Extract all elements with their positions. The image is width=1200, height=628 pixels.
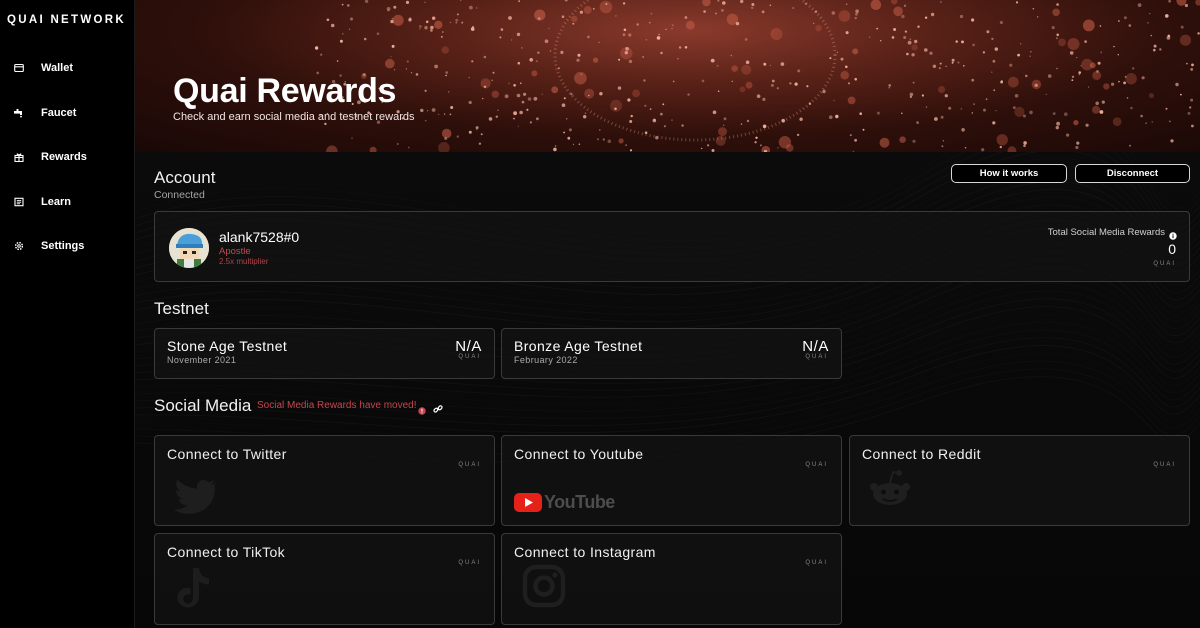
account-card: alank7528#0 Apostle 2.5x multiplier Tota… — [154, 211, 1190, 282]
sidebar-item-label: Learn — [41, 195, 71, 208]
testnet-reward-value: N/A — [802, 338, 829, 355]
quai-watermark: QUAI — [458, 354, 481, 360]
avatar — [169, 228, 209, 268]
account-role: Apostle — [219, 246, 251, 257]
testnet-reward-value: N/A — [455, 338, 482, 355]
connect-twitter-card[interactable]: Connect to Twitter QUAI — [154, 435, 495, 526]
faucet-icon — [13, 107, 24, 118]
page-title: Quai Rewards — [173, 72, 397, 110]
sidebar-item-label: Faucet — [41, 106, 77, 119]
sidebar: QUAI NETWORK Wallet Faucet Rewards Learn — [0, 0, 135, 628]
connect-twitter-label: Connect to Twitter — [167, 446, 287, 462]
gear-icon — [13, 241, 24, 252]
sidebar-item-label: Settings — [41, 240, 85, 252]
book-icon — [13, 196, 24, 207]
connect-reddit-card[interactable]: Connect to Reddit QUAI — [849, 435, 1190, 526]
gift-icon — [13, 152, 24, 163]
testnet-card-stone-age[interactable]: Stone Age Testnet November 2021 N/A QUAI — [154, 328, 495, 379]
testnet-heading: Testnet — [154, 299, 209, 318]
alert-icon — [418, 402, 426, 420]
how-it-works-button[interactable]: How it works — [951, 164, 1067, 183]
testnet-name: Stone Age Testnet — [167, 338, 288, 354]
social-media-heading: Social Media — [154, 396, 252, 415]
connect-youtube-card[interactable]: Connect to Youtube QUAI YouTube — [501, 435, 842, 526]
sidebar-item-settings[interactable]: Settings — [0, 234, 134, 258]
sidebar-item-wallet[interactable]: Wallet — [0, 56, 134, 80]
connect-instagram-label: Connect to Instagram — [514, 544, 656, 560]
quai-watermark: QUAI — [458, 462, 481, 468]
sidebar-item-faucet[interactable]: Faucet — [0, 101, 134, 125]
connect-instagram-card[interactable]: Connect to Instagram QUAI — [501, 533, 842, 625]
account-multiplier: 2.5x multiplier — [219, 257, 269, 266]
youtube-wordmark: YouTube — [544, 492, 615, 512]
tiktok-icon — [175, 566, 211, 615]
reddit-icon — [868, 469, 912, 514]
page-subtitle: Check and earn social media and testnet … — [173, 111, 415, 123]
quai-watermark: QUAI — [805, 354, 828, 360]
sidebar-item-label: Wallet — [41, 62, 73, 74]
twitter-icon — [173, 479, 217, 520]
connect-tiktok-card[interactable]: Connect to TikTok QUAI — [154, 533, 495, 625]
sidebar-item-rewards[interactable]: Rewards — [0, 145, 134, 169]
quai-watermark: QUAI — [1153, 261, 1176, 267]
main-content: Account Connected How it works Disconnec… — [135, 152, 1200, 628]
quai-watermark: QUAI — [805, 462, 828, 468]
sidebar-item-label: Rewards — [41, 151, 87, 163]
testnet-date: February 2022 — [514, 355, 578, 365]
youtube-play-icon — [514, 493, 542, 512]
account-username: alank7528#0 — [219, 229, 300, 245]
social-rewards-moved-notice: Social Media Rewards have moved! — [257, 400, 417, 411]
quai-network-logo[interactable]: QUAI NETWORK — [7, 14, 126, 26]
link-icon[interactable] — [433, 401, 443, 419]
connect-youtube-label: Connect to Youtube — [514, 446, 644, 462]
account-status: Connected — [154, 189, 205, 201]
rewards-banner: Quai Rewards Check and earn social media… — [135, 0, 1200, 152]
connect-tiktok-label: Connect to TikTok — [167, 544, 286, 560]
total-rewards-value: 0 — [1168, 241, 1176, 257]
quai-watermark: QUAI — [805, 560, 828, 566]
disconnect-button[interactable]: Disconnect — [1075, 164, 1190, 183]
account-heading: Account — [154, 168, 216, 187]
quai-watermark: QUAI — [1153, 462, 1176, 468]
quai-watermark: QUAI — [458, 560, 481, 566]
testnet-card-bronze-age[interactable]: Bronze Age Testnet February 2022 N/A QUA… — [501, 328, 842, 379]
instagram-icon — [522, 564, 566, 613]
testnet-date: November 2021 — [167, 355, 237, 365]
connect-reddit-label: Connect to Reddit — [862, 446, 981, 462]
testnet-name: Bronze Age Testnet — [514, 338, 643, 354]
total-rewards-label: Total Social Media Rewards — [1047, 227, 1165, 238]
sidebar-nav: Wallet Faucet Rewards Learn Settings — [0, 56, 134, 279]
wallet-icon — [13, 63, 24, 74]
youtube-logo: YouTube — [514, 492, 615, 513]
sidebar-item-learn[interactable]: Learn — [0, 190, 134, 214]
